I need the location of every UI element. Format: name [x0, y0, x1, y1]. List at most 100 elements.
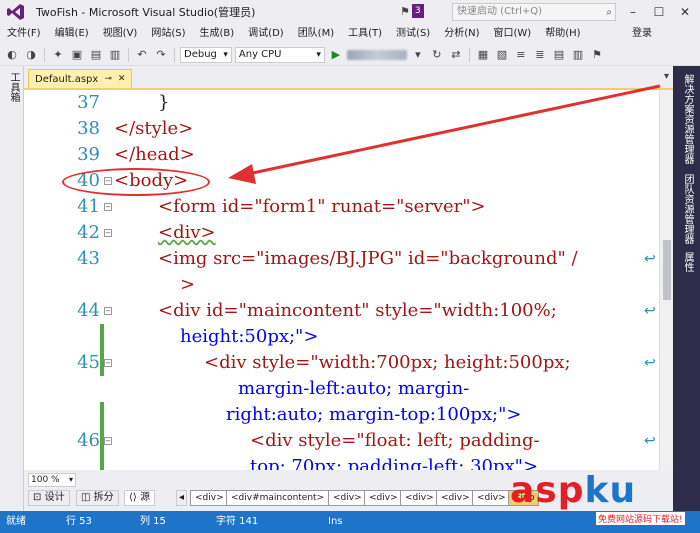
undo-icon[interactable]: ↶ [134, 47, 150, 63]
menu-test[interactable]: 测试(S) [389, 24, 437, 44]
collapse-toggle[interactable]: − [104, 307, 112, 315]
change-indicator [100, 402, 104, 470]
team-explorer-tab[interactable]: 团队资源管理器 [680, 174, 695, 244]
minimize-button[interactable]: – [622, 3, 644, 21]
save-icon[interactable]: ▤ [88, 47, 104, 63]
breadcrumb-scroll-left[interactable]: ◂ [176, 490, 188, 506]
word-wrap-icon: ↩ [644, 251, 656, 267]
line-number: 43 [77, 248, 100, 269]
bookmark-icon[interactable]: ⚑ [589, 47, 605, 63]
menu-team[interactable]: 团队(M) [291, 24, 341, 44]
breadcrumb-item[interactable]: <div> [364, 490, 403, 506]
search-icon: ⌕ [606, 7, 612, 18]
status-col: 列 15 [140, 516, 166, 527]
forward-icon[interactable]: ◑ [23, 47, 39, 63]
scrollbar-thumb[interactable] [663, 240, 671, 300]
tab-label: Default.aspx [35, 73, 99, 85]
zoom-select[interactable]: 100 % ▾ [28, 473, 76, 487]
highlight-oval [62, 168, 210, 196]
close-button[interactable]: ✕ [674, 3, 696, 21]
notification-badge: 3 [411, 4, 424, 18]
quick-launch-input[interactable]: 快速启动 (Ctrl+Q) ⌕ [452, 3, 616, 21]
source-icon: ⟨⟩ [129, 492, 137, 503]
chevron-down-icon: ▾ [68, 475, 73, 484]
line-number: 39 [77, 144, 100, 165]
word-wrap-icon: ↩ [644, 433, 656, 449]
visual-studio-logo-icon [6, 2, 26, 22]
line-number: 42 [77, 222, 100, 243]
tab-default-aspx[interactable]: Default.aspx ⊸ ✕ [28, 69, 133, 89]
maximize-button[interactable]: ☐ [648, 3, 670, 21]
notifications[interactable]: ⚑ 3 [400, 4, 424, 18]
status-chars: 字符 141 [216, 516, 259, 527]
comment-icon[interactable]: ▤ [551, 47, 567, 63]
toolbar-separator [174, 47, 175, 62]
properties-tab[interactable]: 属性 [680, 252, 695, 272]
right-panel-strip: 解决方案资源管理器 团队资源管理器 属性 [673, 66, 700, 511]
toolbar-separator [128, 47, 129, 62]
menu-debug[interactable]: 调试(D) [241, 24, 291, 44]
close-icon[interactable]: ✕ [118, 70, 126, 89]
breadcrumb-item[interactable]: <div> [436, 490, 475, 506]
flag-icon: ⚑ [400, 4, 410, 18]
menu-view[interactable]: 视图(V) [96, 24, 145, 44]
toolbar-icon[interactable]: ▧ [494, 47, 510, 63]
menu-window[interactable]: 窗口(W) [487, 24, 539, 44]
redo-icon[interactable]: ↷ [153, 47, 169, 63]
menu-help[interactable]: 帮助(H) [538, 24, 587, 44]
toolbox-panel-tab[interactable]: 工具箱 [0, 66, 24, 511]
toolbar-separator [44, 47, 45, 62]
collapse-toggle[interactable]: − [104, 229, 112, 237]
code-editor[interactable]: 37 } 38 </style> 39 </head> 40 − <body> … [24, 90, 673, 470]
dropdown-arrow-icon[interactable]: ▾ [410, 47, 426, 63]
toolbox-label: 工具箱 [8, 72, 19, 102]
line-number: 37 [77, 92, 100, 113]
line-number: 41 [77, 196, 100, 217]
menu-bar: 文件(F) 编辑(E) 视图(V) 网站(S) 生成(B) 调试(D) 团队(M… [0, 24, 700, 44]
word-wrap-icon: ↩ [644, 355, 656, 371]
menu-tools[interactable]: 工具(T) [341, 24, 389, 44]
collapse-toggle[interactable]: − [104, 437, 112, 445]
source-view-tab[interactable]: ⟨⟩ 源 [124, 490, 155, 506]
change-indicator [100, 324, 104, 376]
toolbar-icon[interactable]: ▦ [475, 47, 491, 63]
solution-explorer-tab[interactable]: 解决方案资源管理器 [680, 74, 695, 164]
blurred-browser-target[interactable] [346, 49, 407, 60]
menu-edit[interactable]: 编辑(E) [48, 24, 96, 44]
new-project-icon[interactable]: ✦ [50, 47, 66, 63]
pin-icon[interactable]: ⊸ [104, 70, 112, 89]
refresh-icon[interactable]: ↻ [429, 47, 445, 63]
tab-overflow-icon[interactable]: ▾ [664, 71, 669, 82]
window-title: TwoFish - Microsoft Visual Studio(管理员) [36, 6, 256, 19]
back-icon[interactable]: ◐ [4, 47, 20, 63]
open-icon[interactable]: ▣ [69, 47, 85, 63]
menu-website[interactable]: 网站(S) [144, 24, 192, 44]
start-debugging-icon[interactable]: ▶ [328, 47, 344, 63]
solution-platform-select[interactable]: Any CPU [234, 46, 325, 63]
toolbar-icon[interactable]: ≡ [513, 47, 529, 63]
split-view-tab[interactable]: ◫ 拆分 [76, 490, 119, 506]
browser-link-icon[interactable]: ⇄ [448, 47, 464, 63]
sign-in-link[interactable]: 登录 [632, 24, 652, 44]
menu-file[interactable]: 文件(F) [0, 24, 48, 44]
line-number: 44 [77, 300, 100, 321]
breadcrumb-item[interactable]: <div#maincontent> [226, 490, 330, 506]
menu-build[interactable]: 生成(B) [193, 24, 242, 44]
solution-config-select[interactable]: Debug [180, 46, 232, 63]
status-row: 行 53 [66, 516, 92, 527]
breadcrumb-item[interactable]: <div> [328, 490, 367, 506]
line-number: 38 [77, 118, 100, 139]
breadcrumb-item[interactable]: <div> [400, 490, 439, 506]
line-number: 45 [77, 352, 100, 373]
design-view-tab[interactable]: ⊡ 设计 [28, 490, 70, 506]
collapse-toggle[interactable]: − [104, 359, 112, 367]
collapse-toggle[interactable]: − [104, 203, 112, 211]
uncomment-icon[interactable]: ▥ [570, 47, 586, 63]
menu-analyze[interactable]: 分析(N) [437, 24, 486, 44]
line-number: 46 [77, 430, 100, 451]
save-all-icon[interactable]: ▥ [107, 47, 123, 63]
editor-vertical-scrollbar[interactable] [659, 90, 673, 470]
breadcrumb-item[interactable]: <div> [190, 490, 229, 506]
standard-toolbar: ◐ ◑ ✦ ▣ ▤ ▥ ↶ ↷ Debug Any CPU ▶ ▾ ↻ ⇄ ▦ … [0, 44, 700, 66]
toolbar-icon[interactable]: ≣ [532, 47, 548, 63]
